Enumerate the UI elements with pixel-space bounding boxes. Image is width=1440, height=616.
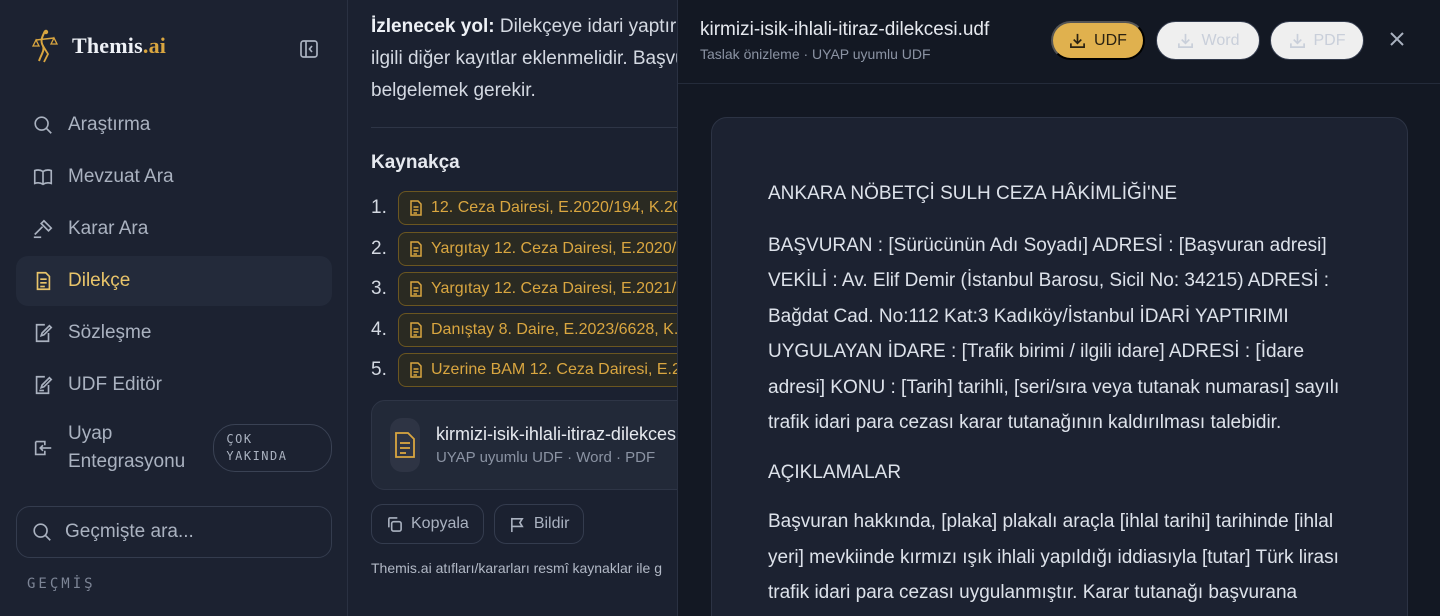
download-udf-button[interactable]: UDF xyxy=(1051,21,1145,60)
document-parties: BAŞVURAN : [Sürücünün Adı Soyadı] ADRESİ… xyxy=(768,234,1340,434)
message-actions: Kopyala Bildir xyxy=(371,504,677,544)
file-edit-icon xyxy=(35,375,53,395)
chat-pane: İzlenecek yol: Dilekçeye idari yaptırım … xyxy=(349,0,677,616)
book-icon xyxy=(33,169,53,186)
sidebar-item-sozlesme[interactable]: Sözleşme xyxy=(16,308,332,358)
download-word-button[interactable]: Word xyxy=(1156,21,1260,60)
gavel-icon xyxy=(33,219,53,239)
reference-link[interactable]: Uzerine BAM 12. Ceza Dairesi, E.2 xyxy=(398,353,677,387)
themis-logo-icon xyxy=(31,29,59,63)
preview-title: kirmizi-isik-ihlali-itiraz-dilekcesi.udf xyxy=(700,19,990,40)
document-section-title: AÇIKLAMALAR xyxy=(768,461,902,483)
close-preview-button[interactable] xyxy=(1386,28,1408,50)
document-icon xyxy=(410,362,422,378)
preview-header: kirmizi-isik-ihlali-itiraz-dilekcesi.udf… xyxy=(678,0,1440,84)
file-info: kirmizi-isik-ihlali-itiraz-dilekcesi.udf… xyxy=(436,424,677,466)
brand[interactable]: Themis.ai xyxy=(30,28,166,64)
references-list: 1. 12. Ceza Dairesi, E.2020/194, K.2020/… xyxy=(371,190,677,388)
file-name: kirmizi-isik-ihlali-itiraz-dilekcesi.udf xyxy=(435,424,677,444)
reference-item: 3. Yargıtay 12. Ceza Dairesi, E.2021/ xyxy=(371,271,677,307)
report-button[interactable]: Bildir xyxy=(493,504,585,544)
document-icon xyxy=(410,200,422,216)
document-heading: ANKARA NÖBETÇİ SULH CEZA HÂKİMLİĞİ'NE xyxy=(768,183,1178,204)
sidebar-item-label: Dilekçe xyxy=(68,270,131,291)
sidebar-item-arastirma[interactable]: Araştırma xyxy=(16,100,332,150)
document-icon xyxy=(410,281,422,297)
contract-edit-icon xyxy=(35,323,53,343)
reference-link[interactable]: Danıştay 8. Daire, E.2023/6628, K. xyxy=(398,312,677,347)
sidebar: Themis.ai Araştırma Mevzuat Ara Karar Ar… xyxy=(0,0,348,616)
search-icon xyxy=(34,116,52,134)
flag-icon xyxy=(510,517,524,532)
sidebar-item-karar-ara[interactable]: Karar Ara xyxy=(16,204,332,254)
sidebar-item-label: UDF Editör xyxy=(68,374,162,395)
reference-item: 2. Yargıtay 12. Ceza Dairesi, E.2020/ xyxy=(371,231,677,267)
collapse-sidebar-button[interactable] xyxy=(298,38,320,60)
document-body: Başvuran hakkında, [plaka] plakalı araçl… xyxy=(768,511,1339,603)
file-preview-panel: kirmizi-isik-ihlali-itiraz-dilekcesi.udf… xyxy=(677,0,1440,616)
sidebar-toggle-icon xyxy=(300,40,318,58)
close-icon xyxy=(1390,32,1404,46)
path-label: İzlenecek yol: xyxy=(371,16,495,37)
download-icon xyxy=(1177,33,1193,48)
reference-item: 5. Uzerine BAM 12. Ceza Dairesi, E.2 xyxy=(371,352,677,388)
reference-link[interactable]: 12. Ceza Dairesi, E.2020/194, K.2020/ xyxy=(398,191,677,225)
coming-soon-badge: ÇOK YAKINDA xyxy=(213,424,332,472)
sidebar-item-label: Araştırma xyxy=(68,114,151,135)
sidebar-nav: Araştırma Mevzuat Ara Karar Ara Dilekçe … xyxy=(16,100,332,482)
sidebar-item-label: Karar Ara xyxy=(68,218,149,239)
disclaimer-text: Themis.ai atıfları/kararları resmî kayna… xyxy=(371,560,662,576)
copy-icon xyxy=(388,516,402,532)
answer-paragraph: İzlenecek yol: Dilekçeye idari yaptırım … xyxy=(371,16,677,101)
sidebar-item-mevzuat-ara[interactable]: Mevzuat Ara xyxy=(16,152,332,202)
preview-subtitle: Taslak önizleme · UYAP uyumlu UDF xyxy=(700,46,931,62)
brand-name: Themis.ai xyxy=(72,33,167,58)
reference-item: 1. 12. Ceza Dairesi, E.2020/194, K.2020/ xyxy=(371,190,677,226)
reference-link[interactable]: Yargıtay 12. Ceza Dairesi, E.2020/ xyxy=(398,231,677,266)
document-icon xyxy=(395,432,415,458)
download-icon xyxy=(1070,33,1086,48)
sidebar-item-dilekce[interactable]: Dilekçe xyxy=(16,256,332,306)
references-title: Kaynakça xyxy=(371,152,460,173)
download-pdf-button[interactable]: PDF xyxy=(1270,21,1364,60)
file-meta: UYAP uyumlu UDF · Word · PDF xyxy=(435,449,656,466)
reference-item: 4. Danıştay 8. Daire, E.2023/6628, K. xyxy=(371,312,677,348)
document-icon xyxy=(410,240,422,257)
history-search[interactable] xyxy=(16,506,332,558)
divider xyxy=(371,127,677,128)
history-section-label: GEÇMİŞ xyxy=(27,576,96,592)
sidebar-item-udf-editor[interactable]: UDF Editör xyxy=(16,360,332,410)
search-icon xyxy=(33,523,51,541)
document-preview: ANKARA NÖBETÇİ SULH CEZA HÂKİMLİĞİ'NE BA… xyxy=(711,117,1408,616)
chat-content: İzlenecek yol: Dilekçeye idari yaptırım … xyxy=(371,0,677,576)
document-icon xyxy=(410,321,422,338)
reference-link[interactable]: Yargıtay 12. Ceza Dairesi, E.2021/ xyxy=(398,272,677,306)
document-icon xyxy=(36,271,51,291)
sidebar-item-label: Sözleşme xyxy=(68,322,152,343)
generated-file-card[interactable]: kirmizi-isik-ihlali-itiraz-dilekcesi.udf… xyxy=(371,400,677,490)
sidebar-item-uyap-entegrasyonu[interactable]: Uyap Entegrasyonu ÇOK YAKINDA xyxy=(16,416,332,480)
integration-icon xyxy=(34,440,52,456)
download-icon xyxy=(1289,33,1305,48)
copy-button[interactable]: Kopyala xyxy=(371,504,484,544)
file-icon-tile xyxy=(390,418,420,472)
sidebar-item-label: Uyap Entegrasyonu xyxy=(68,423,186,472)
sidebar-item-label: Mevzuat Ara xyxy=(68,166,174,187)
history-search-input[interactable] xyxy=(65,521,305,543)
